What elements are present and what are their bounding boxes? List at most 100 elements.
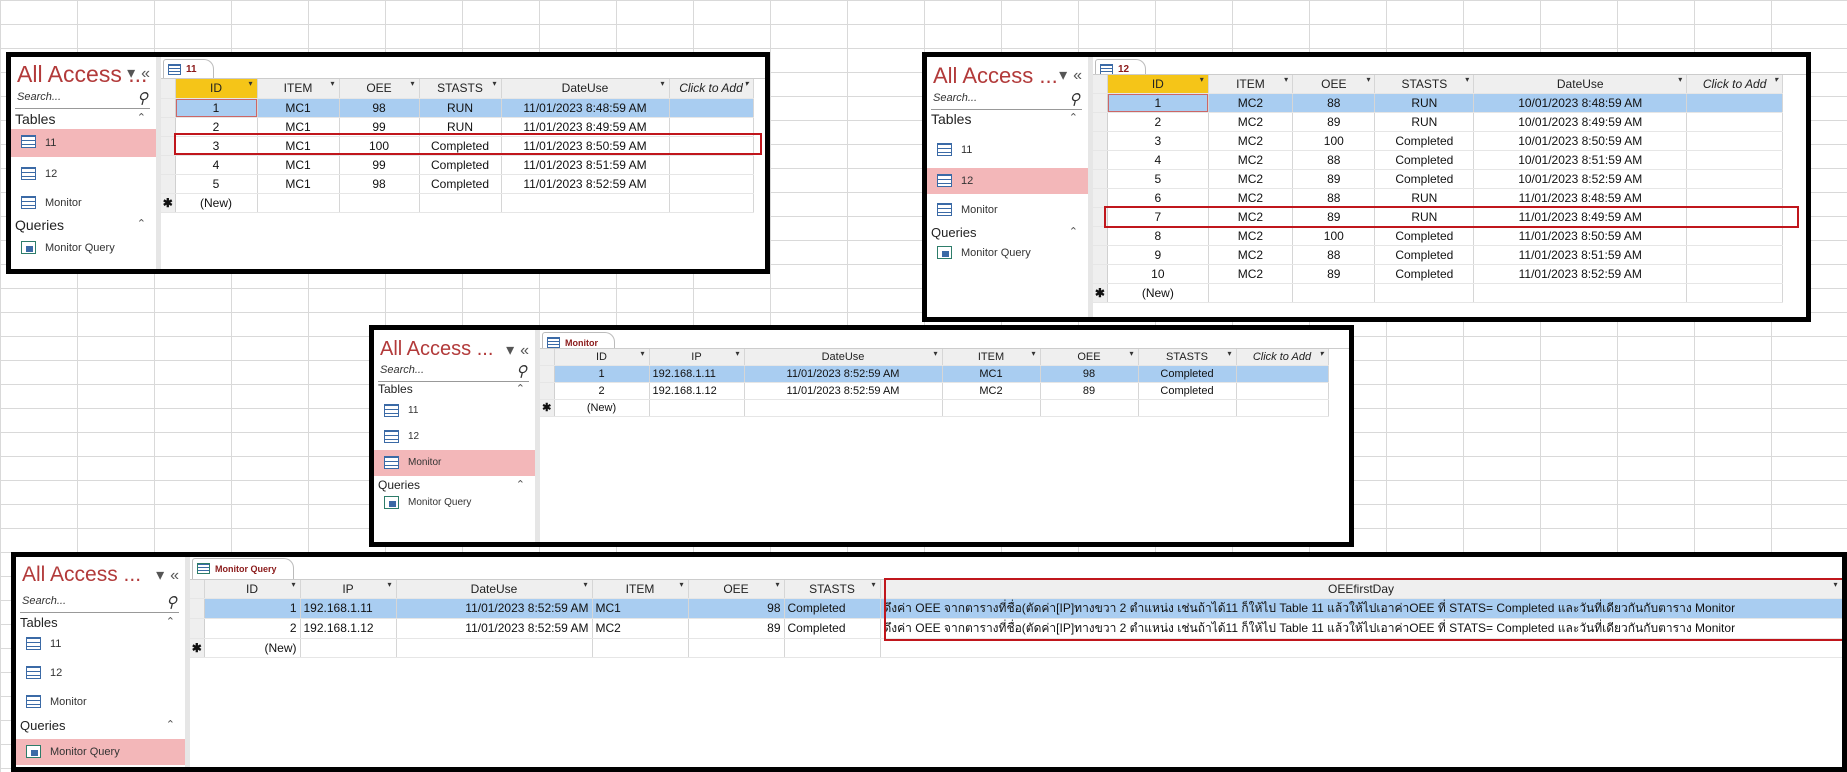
dropdown-arrow-icon[interactable]: ▾ [1678,75,1682,84]
table-row[interactable]: 8 MC2 100 Completed 11/01/2023 8:50:59 A… [1093,226,1783,246]
cell-dateuse[interactable]: 11/01/2023 8:52:59 AM [1473,264,1688,284]
column-header-item[interactable]: ITEM ▾ [592,580,689,599]
table-row[interactable]: 1 MC1 98 RUN 11/01/2023 8:48:59 AM [161,98,754,118]
cell-stasts[interactable]: Completed [1374,169,1475,189]
cell-empty[interactable] [1236,382,1329,400]
nav-dropdown-icon[interactable]: ▾ [156,567,164,584]
nav-collapse-icon[interactable]: « [520,342,529,359]
nav-pane-title[interactable]: All Access ... [380,338,493,361]
table-row[interactable]: 4 MC1 99 Completed 11/01/2023 8:51:59 AM [161,155,754,175]
column-header-dateuse[interactable]: DateUse ▾ [1473,75,1688,94]
cell-dateuse[interactable]: 11/01/2023 8:52:59 AM [396,598,593,619]
cell-oee[interactable]: 100 [1292,131,1376,151]
cell-item[interactable]: MC1 [257,98,340,118]
cell-empty[interactable] [1686,131,1783,151]
dropdown-arrow-icon[interactable]: ▾ [1833,580,1837,589]
cell-id[interactable]: 3 [1107,131,1209,151]
cell-empty[interactable] [1686,112,1783,132]
table-row[interactable]: 10 MC2 89 Completed 11/01/2023 8:52:59 A… [1093,264,1783,284]
cell-empty[interactable] [1686,150,1783,170]
column-header-id[interactable]: ID ▾ [175,79,258,99]
cell-empty[interactable] [1686,245,1783,265]
cell-oee[interactable]: 98 [339,174,420,194]
nav-collapse-icon[interactable]: « [170,567,179,584]
column-header-id[interactable]: ID ▾ [1107,75,1209,94]
cell-stasts[interactable]: RUN [419,98,502,118]
nav-item-table-12[interactable]: 12 [374,424,535,450]
chevron-up-icon[interactable]: ⌃ [516,382,525,395]
nav-group-queries[interactable]: Queries ⌃ [15,217,150,233]
cell-id[interactable]: 7 [1107,207,1209,227]
cell-empty[interactable] [1686,188,1783,208]
cell-dateuse[interactable]: 11/01/2023 8:49:59 AM [501,117,670,137]
cell-item[interactable]: MC2 [592,618,689,639]
dropdown-arrow-icon[interactable]: ▾ [410,79,414,88]
cell-empty[interactable] [1686,93,1783,113]
nav-item-table-12[interactable]: 12 [927,168,1088,194]
nav-item-table-11[interactable]: 11 [11,129,156,157]
cell-stasts[interactable]: Completed [1374,131,1475,151]
cell-stasts[interactable]: Completed [1374,245,1475,265]
table-row[interactable]: 2 MC1 99 RUN 11/01/2023 8:49:59 AM [161,117,754,137]
cell-dateuse[interactable]: 11/01/2023 8:51:59 AM [501,155,670,175]
row-selector[interactable] [161,174,176,194]
cell-dateuse[interactable]: 11/01/2023 8:52:59 AM [744,365,943,383]
column-header-oee[interactable]: OEE ▾ [688,580,785,599]
dropdown-arrow-icon[interactable]: ▾ [330,79,334,88]
cell-id[interactable]: 9 [1107,245,1209,265]
chevron-up-icon[interactable]: ⌃ [166,615,175,628]
cell-stasts[interactable]: RUN [1374,112,1475,132]
dropdown-arrow-icon[interactable]: ▾ [248,79,252,88]
nav-item-table-12[interactable]: 12 [11,161,156,187]
search-icon[interactable]: ⚲ [137,89,148,107]
row-selector[interactable] [1093,207,1108,227]
row-selector[interactable] [1093,245,1108,265]
cell-oee[interactable]: 100 [1292,226,1376,246]
nav-item-monitor-query[interactable]: Monitor Query [374,490,535,516]
cell-id[interactable]: 1 [1107,93,1209,113]
column-header-oeefirstday[interactable]: OEEfirstDay ▾ [880,580,1842,599]
nav-item-monitor-query[interactable]: Monitor Query [11,235,156,261]
table-row[interactable]: 1 MC2 88 RUN 10/01/2023 8:48:59 AM [1093,93,1783,113]
dropdown-arrow-icon[interactable]: ▾ [1465,75,1469,84]
search-icon[interactable]: ⚲ [1069,90,1080,108]
cell-empty[interactable] [669,98,754,118]
table-row[interactable]: 3 MC2 100 Completed 10/01/2023 8:50:59 A… [1093,131,1783,151]
table-row[interactable]: 4 MC2 88 Completed 10/01/2023 8:51:59 AM [1093,150,1783,170]
table-row[interactable]: 2 192.168.1.12 11/01/2023 8:52:59 AM MC2… [540,382,1329,400]
dropdown-arrow-icon[interactable]: ▾ [775,580,779,589]
cell-id[interactable]: 1 [554,365,650,383]
nav-search-box[interactable]: Search... ⚲ [20,593,179,613]
table-row[interactable]: 7 MC2 89 RUN 11/01/2023 8:49:59 AM [1093,207,1783,227]
cell-stasts[interactable]: Completed [1374,150,1475,170]
row-selector[interactable] [540,365,555,383]
row-selector[interactable] [1093,169,1108,189]
cell-id[interactable]: 10 [1107,264,1209,284]
column-header-dateuse[interactable]: DateUse ▾ [501,79,670,99]
cell-stasts[interactable]: Completed [784,618,881,639]
nav-group-queries[interactable]: Queries ⌃ [20,718,179,733]
cell-empty[interactable] [669,136,754,156]
cell-dateuse[interactable]: 11/01/2023 8:48:59 AM [1473,188,1688,208]
nav-dropdown-icon[interactable]: ▾ [1059,67,1067,84]
cell-stasts[interactable]: Completed [1138,382,1237,400]
cell-empty[interactable] [669,117,754,137]
cell-stasts[interactable]: Completed [1374,264,1475,284]
cell-empty[interactable] [1686,226,1783,246]
row-selector-header[interactable] [190,580,205,599]
nav-item-table-monitor[interactable]: Monitor [374,450,535,476]
dropdown-arrow-icon[interactable]: ▾ [583,580,587,589]
cell-oee[interactable]: 99 [339,155,420,175]
nav-group-queries[interactable]: Queries ⌃ [931,225,1082,240]
cell-oee[interactable]: 99 [339,117,420,137]
cell-item[interactable]: MC2 [1208,207,1294,227]
cell-item[interactable]: MC1 [942,365,1041,383]
cell-oee[interactable]: 88 [1292,150,1376,170]
nav-pane-title[interactable]: All Access ... [933,63,1058,89]
cell-item[interactable]: MC2 [1208,245,1294,265]
column-header-stasts[interactable]: STASTS ▾ [1374,75,1475,94]
cell-stasts[interactable]: RUN [419,117,502,137]
cell-item[interactable]: MC2 [1208,93,1294,113]
column-header-dateuse[interactable]: DateUse ▾ [396,580,593,599]
cell-stasts[interactable]: Completed [419,174,502,194]
